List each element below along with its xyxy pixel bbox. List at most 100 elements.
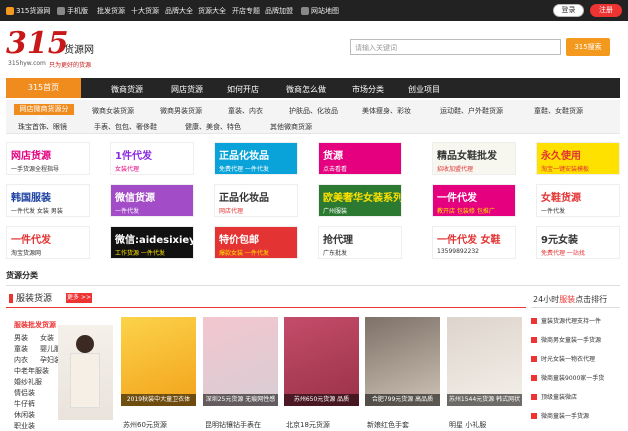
site-logo[interactable]: 315 货源网 315hyw.com 只为更好的货源 bbox=[6, 28, 136, 70]
ad-banner[interactable]: 永久使用 淘宝一键安装模板 bbox=[536, 142, 620, 175]
ad-banner[interactable]: 9元女装 免费代理 一站找 bbox=[536, 226, 620, 259]
ad-banner[interactable]: 韩国服装 一件代发 女装 男装 bbox=[6, 184, 90, 217]
ad-subline: 淘宝货源网 bbox=[11, 250, 42, 257]
category-link[interactable]: 职业装 bbox=[14, 421, 35, 431]
sub-item[interactable]: 健康、美食、特色 bbox=[185, 122, 241, 132]
category-link[interactable]: 内衣 bbox=[14, 355, 28, 365]
model-image[interactable] bbox=[58, 325, 113, 420]
ad-banner[interactable]: 微信:aidesixieye 工作货源 一件代发 bbox=[110, 226, 194, 259]
sub-item[interactable]: 其他微商货源 bbox=[270, 122, 312, 132]
product-title[interactable]: 昆明钻镶钻手表在 bbox=[205, 420, 261, 430]
ranking-title: 24小时服装点击排行 bbox=[533, 295, 608, 304]
ad-subline: 点击看看 bbox=[323, 166, 348, 173]
ad-banner[interactable]: 特价包邮爆款女装 一件代发 bbox=[214, 226, 298, 259]
sub-item[interactable]: 美体瘦身、彩妆 bbox=[362, 106, 411, 116]
product-card[interactable]: 2019秋装中大童卫衣体 bbox=[121, 317, 196, 406]
sub-item[interactable]: 微商女装货源 bbox=[92, 106, 134, 116]
sub-item[interactable]: 童鞋、女鞋货源 bbox=[534, 106, 583, 116]
sub-item[interactable]: 手表、包包、奢侈鞋 bbox=[94, 122, 157, 132]
product-card[interactable]: 苏州1544元货源 韩式网状 bbox=[447, 317, 522, 406]
category-link[interactable]: 婚纱礼服 bbox=[14, 377, 42, 387]
more-button[interactable]: 更多 >> bbox=[66, 293, 92, 303]
topbar-brands[interactable]: 品牌大全 bbox=[165, 6, 193, 16]
category-label[interactable]: 网店微商货源分类» bbox=[14, 104, 74, 124]
product-title[interactable]: 明星 小礼服 bbox=[449, 420, 486, 430]
ad-subline: 免费代理 一件代发 bbox=[219, 166, 269, 173]
ad-headline: 抢代理 bbox=[323, 235, 353, 246]
search-input[interactable]: 请输入关键词 bbox=[350, 39, 561, 55]
sub-item[interactable]: 护肤品、化妆品 bbox=[289, 106, 338, 116]
product-title[interactable]: 北京18元货源 bbox=[286, 420, 330, 430]
bullet-icon bbox=[9, 294, 13, 303]
register-button[interactable]: 注册 bbox=[590, 4, 622, 17]
sub-item[interactable]: 运动鞋、户外鞋货源 bbox=[440, 106, 503, 116]
rank-item[interactable]: 童装货源代理支持一件 bbox=[531, 316, 601, 325]
ad-banner[interactable]: 一件代发 教开店 包装修 包推广 bbox=[432, 184, 516, 217]
ad-banner[interactable]: 一件代发 女鞋 13599892232 bbox=[432, 226, 516, 259]
topbar-sources[interactable]: 货源大全 bbox=[198, 6, 226, 16]
mobile-link[interactable]: 手机版 bbox=[57, 6, 88, 16]
logo-number: 315 bbox=[6, 26, 69, 61]
rank-marker-icon bbox=[531, 355, 537, 362]
category-link[interactable]: 情侣装 bbox=[14, 388, 35, 398]
rank-item[interactable]: 顶级童装微店 bbox=[531, 392, 577, 401]
product-card[interactable]: 苏州650元货源 品质 bbox=[284, 317, 359, 406]
ad-headline: 网店货源 bbox=[11, 151, 51, 162]
nav-how-to-open[interactable]: 如何开店 bbox=[227, 84, 259, 95]
topbar-top10[interactable]: 十大货源 bbox=[131, 6, 159, 16]
nav-startups[interactable]: 创业项目 bbox=[408, 84, 440, 95]
category-link[interactable]: 童装 bbox=[14, 344, 28, 354]
category-link[interactable]: 男装 bbox=[14, 333, 28, 343]
nav-markets[interactable]: 市场分类 bbox=[352, 84, 384, 95]
ad-headline: 特价包邮 bbox=[219, 235, 259, 246]
ad-banner[interactable]: 精品女鞋批发 招收加盟代理 bbox=[432, 142, 516, 175]
rank-item[interactable]: 微商童装一手货源 bbox=[531, 411, 589, 420]
ad-banner[interactable]: 微信货源 一件代发 bbox=[110, 184, 194, 217]
ad-banner[interactable]: 1件代发 女装代理 bbox=[110, 142, 194, 175]
product-title[interactable]: 新娘红色手套 bbox=[367, 420, 409, 430]
nav-wechat-source[interactable]: 微商货源 bbox=[111, 84, 143, 95]
category-link[interactable]: 休闲装 bbox=[14, 410, 35, 420]
home-link[interactable]: 315货源网 bbox=[6, 6, 50, 16]
ad-subline: 一件代发 bbox=[541, 208, 566, 215]
ad-headline: 正品化妆品 bbox=[219, 151, 269, 162]
product-card[interactable]: 合肥799元货源 高品质 bbox=[365, 317, 440, 406]
nav-home[interactable]: 315首页 bbox=[6, 78, 81, 98]
sitemap-link[interactable]: 网站地图 bbox=[301, 6, 339, 16]
rank-item[interactable]: 微商男女童装一手货源 bbox=[531, 335, 601, 344]
product-title[interactable]: 苏州60元货源 bbox=[123, 420, 167, 430]
product-card[interactable]: 深圳25元货源 无痕网性感 bbox=[203, 317, 278, 406]
ad-banner[interactable]: 正品化妆品免费代理 一件代发 bbox=[214, 142, 298, 175]
ad-banner[interactable]: 欧美奢华女装系列 广州服装 bbox=[318, 184, 402, 217]
sub-item[interactable]: 微商男装货源 bbox=[160, 106, 202, 116]
nav-shop-source[interactable]: 网店货源 bbox=[171, 84, 203, 95]
rank-item[interactable]: 微商童装9000家一手货 bbox=[531, 373, 604, 382]
sub-item[interactable]: 珠宝首饰、眼镜 bbox=[18, 122, 67, 132]
ad-headline: 欧美奢华女装系列 bbox=[323, 193, 402, 204]
ad-banner[interactable]: 货源 点击看看 bbox=[318, 142, 402, 175]
ad-headline: 微信货源 bbox=[115, 193, 155, 204]
rank-item[interactable]: 时光女装一物衣代理 bbox=[531, 354, 595, 363]
sub-item[interactable]: 童装、内衣 bbox=[228, 106, 263, 116]
category-link[interactable]: 女装 bbox=[40, 333, 54, 343]
category-link[interactable]: 牛仔裤 bbox=[14, 399, 35, 409]
ad-subline: 网店代理 bbox=[219, 208, 244, 215]
category-link[interactable]: 中老年服装 bbox=[14, 366, 49, 376]
ad-banner[interactable]: 女鞋货源 一件代发 bbox=[536, 184, 620, 217]
topbar-shop-topics[interactable]: 开店专题 bbox=[232, 6, 260, 16]
nav-how-wechat[interactable]: 微商怎么做 bbox=[286, 84, 326, 95]
login-button[interactable]: 登录 bbox=[553, 4, 584, 17]
topbar-franchise[interactable]: 品牌加盟 bbox=[265, 6, 293, 16]
ad-headline: 微信:aidesixieye bbox=[115, 235, 194, 246]
search-button[interactable]: 315搜索 bbox=[566, 38, 610, 56]
ad-banner[interactable]: 抢代理 广东批发 bbox=[318, 226, 402, 259]
ad-subline: 工作货源 一件代发 bbox=[115, 250, 165, 257]
ad-banner[interactable]: 网店货源 一手货源全程指导 bbox=[6, 142, 90, 175]
ad-subline: 爆款女装 一件代发 bbox=[219, 250, 269, 257]
ad-headline: 韩国服装 bbox=[11, 193, 51, 204]
product-caption: 合肥799元货源 高品质 bbox=[365, 394, 440, 406]
ad-banner[interactable]: 正品化妆品 网店代理 bbox=[214, 184, 298, 217]
topbar-wholesale[interactable]: 批发货源 bbox=[97, 6, 125, 16]
ad-banner[interactable]: 一件代发 淘宝货源网 bbox=[6, 226, 90, 259]
product-caption: 2019秋装中大童卫衣体 bbox=[121, 394, 196, 406]
